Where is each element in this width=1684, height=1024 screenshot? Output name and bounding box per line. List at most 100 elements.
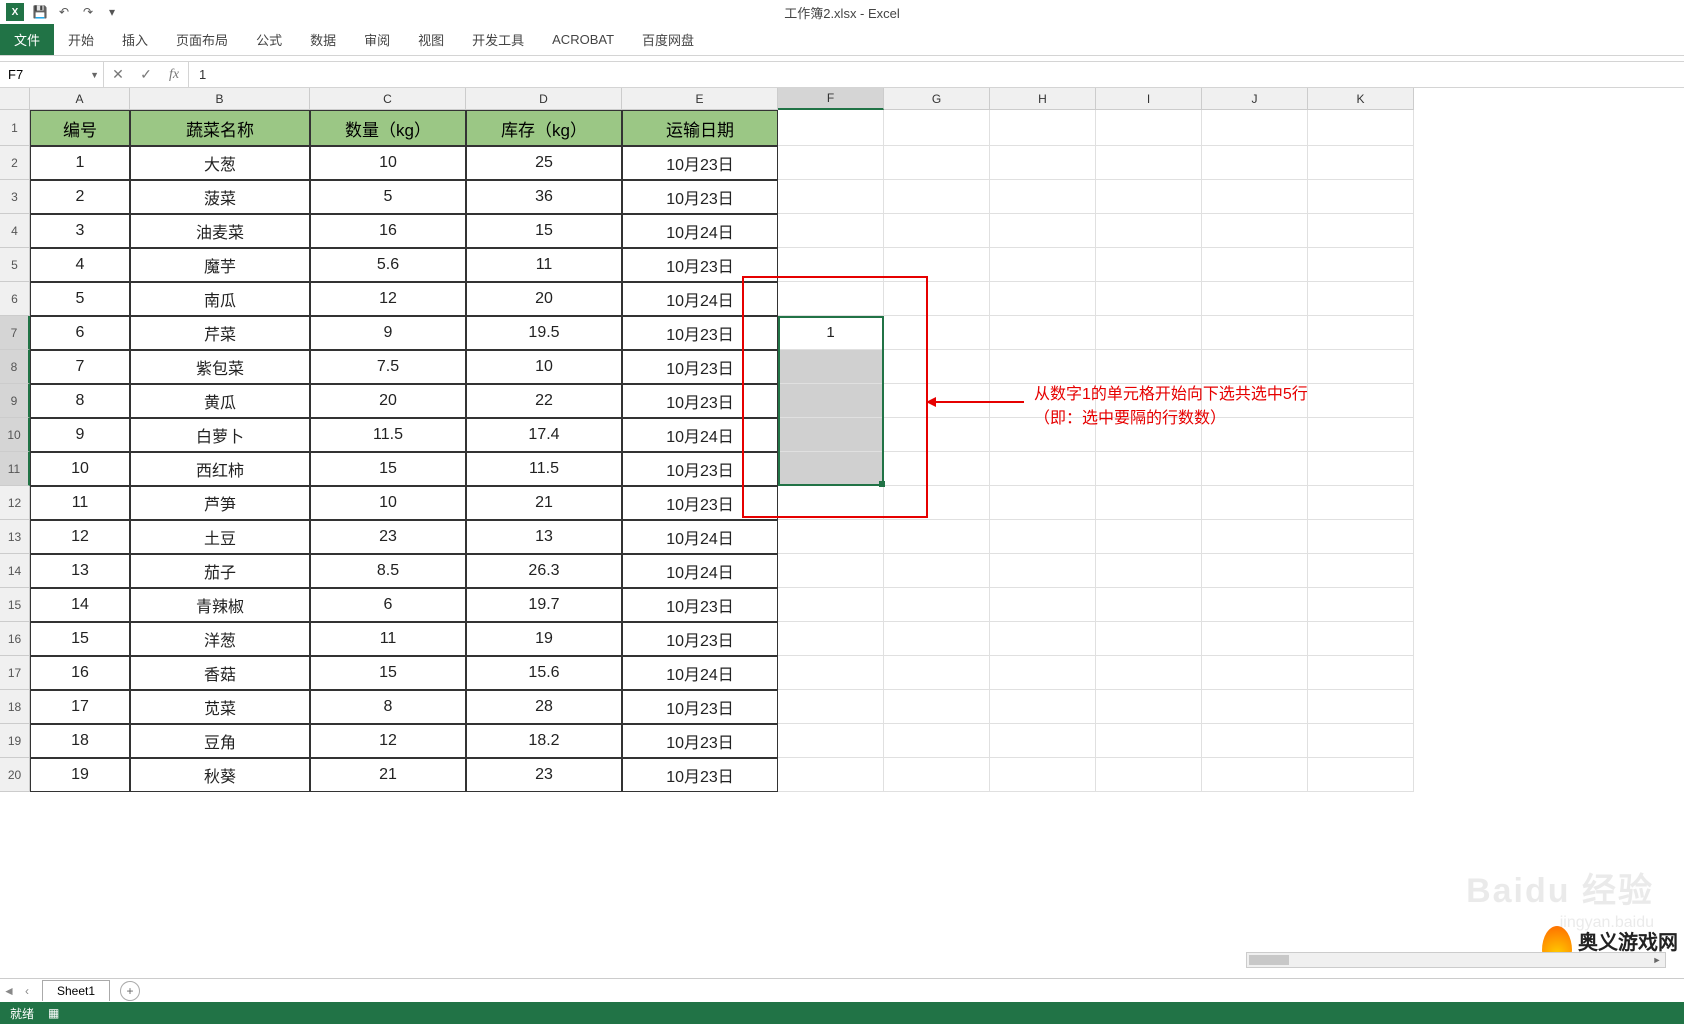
select-all-corner[interactable] <box>0 88 30 110</box>
row-header-16[interactable]: 16 <box>0 622 30 656</box>
cell-H2[interactable] <box>990 146 1096 180</box>
cell-E8[interactable]: 10月23日 <box>622 350 778 384</box>
cell-E11[interactable]: 10月23日 <box>622 452 778 486</box>
cell-A7[interactable]: 6 <box>30 316 130 350</box>
cell-B17[interactable]: 香菇 <box>130 656 310 690</box>
cell-I6[interactable] <box>1096 282 1202 316</box>
cell-K20[interactable] <box>1308 758 1414 792</box>
cell-J14[interactable] <box>1202 554 1308 588</box>
cell-I14[interactable] <box>1096 554 1202 588</box>
cell-D7[interactable]: 19.5 <box>466 316 622 350</box>
cell-I12[interactable] <box>1096 486 1202 520</box>
cell-C13[interactable]: 23 <box>310 520 466 554</box>
cell-K7[interactable] <box>1308 316 1414 350</box>
column-header-C[interactable]: C <box>310 88 466 110</box>
cell-D9[interactable]: 22 <box>466 384 622 418</box>
horizontal-scrollbar[interactable]: ◄ ► <box>1246 952 1666 968</box>
cell-K17[interactable] <box>1308 656 1414 690</box>
cell-A18[interactable]: 17 <box>30 690 130 724</box>
cell-D5[interactable]: 11 <box>466 248 622 282</box>
cell-E9[interactable]: 10月23日 <box>622 384 778 418</box>
cell-I2[interactable] <box>1096 146 1202 180</box>
cell-E3[interactable]: 10月23日 <box>622 180 778 214</box>
cell-G4[interactable] <box>884 214 990 248</box>
cell-C15[interactable]: 6 <box>310 588 466 622</box>
cell-B4[interactable]: 油麦菜 <box>130 214 310 248</box>
cell-F13[interactable] <box>778 520 884 554</box>
cell-H4[interactable] <box>990 214 1096 248</box>
cell-H12[interactable] <box>990 486 1096 520</box>
cell-C2[interactable]: 10 <box>310 146 466 180</box>
cell-E17[interactable]: 10月24日 <box>622 656 778 690</box>
cell-J17[interactable] <box>1202 656 1308 690</box>
cell-G6[interactable] <box>884 282 990 316</box>
cell-J7[interactable] <box>1202 316 1308 350</box>
cell-D17[interactable]: 15.6 <box>466 656 622 690</box>
cell-J15[interactable] <box>1202 588 1308 622</box>
column-header-J[interactable]: J <box>1202 88 1308 110</box>
cell-F10[interactable] <box>778 418 884 452</box>
cell-D11[interactable]: 11.5 <box>466 452 622 486</box>
cell-A10[interactable]: 9 <box>30 418 130 452</box>
fx-icon[interactable]: fx <box>160 67 188 83</box>
column-header-G[interactable]: G <box>884 88 990 110</box>
row-header-20[interactable]: 20 <box>0 758 30 792</box>
ribbon-tab-data[interactable]: 数据 <box>296 24 350 55</box>
row-header-10[interactable]: 10 <box>0 418 30 452</box>
cell-H11[interactable] <box>990 452 1096 486</box>
cells-area[interactable]: 编号蔬菜名称数量（kg）库存（kg）运输日期1大葱102510月23日2菠菜53… <box>30 110 1414 792</box>
cell-C3[interactable]: 5 <box>310 180 466 214</box>
cell-C9[interactable]: 20 <box>310 384 466 418</box>
cell-K12[interactable] <box>1308 486 1414 520</box>
cell-F18[interactable] <box>778 690 884 724</box>
row-header-11[interactable]: 11 <box>0 452 30 486</box>
cell-H18[interactable] <box>990 690 1096 724</box>
column-header-E[interactable]: E <box>622 88 778 110</box>
cell-F5[interactable] <box>778 248 884 282</box>
cell-D12[interactable]: 21 <box>466 486 622 520</box>
cell-K15[interactable] <box>1308 588 1414 622</box>
row-header-5[interactable]: 5 <box>0 248 30 282</box>
cell-F11[interactable] <box>778 452 884 486</box>
cell-H17[interactable] <box>990 656 1096 690</box>
cell-A5[interactable]: 4 <box>30 248 130 282</box>
cell-C6[interactable]: 12 <box>310 282 466 316</box>
cell-G1[interactable] <box>884 110 990 146</box>
cell-D14[interactable]: 26.3 <box>466 554 622 588</box>
scroll-right-icon[interactable]: ► <box>1649 953 1665 967</box>
row-header-15[interactable]: 15 <box>0 588 30 622</box>
cell-D16[interactable]: 19 <box>466 622 622 656</box>
cell-F16[interactable] <box>778 622 884 656</box>
cell-I19[interactable] <box>1096 724 1202 758</box>
cell-D6[interactable]: 20 <box>466 282 622 316</box>
cell-E19[interactable]: 10月23日 <box>622 724 778 758</box>
cell-B14[interactable]: 茄子 <box>130 554 310 588</box>
cell-G15[interactable] <box>884 588 990 622</box>
cell-B16[interactable]: 洋葱 <box>130 622 310 656</box>
cell-A14[interactable]: 13 <box>30 554 130 588</box>
cell-G8[interactable] <box>884 350 990 384</box>
sheet-nav-first-icon[interactable]: ◄ <box>0 984 18 998</box>
cell-A20[interactable]: 19 <box>30 758 130 792</box>
cell-D15[interactable]: 19.7 <box>466 588 622 622</box>
ribbon-tab-formulas[interactable]: 公式 <box>242 24 296 55</box>
cell-H14[interactable] <box>990 554 1096 588</box>
cell-C11[interactable]: 15 <box>310 452 466 486</box>
name-box[interactable]: F7 ▼ <box>0 62 104 87</box>
cell-D3[interactable]: 36 <box>466 180 622 214</box>
cell-F15[interactable] <box>778 588 884 622</box>
cell-K8[interactable] <box>1308 350 1414 384</box>
cell-I11[interactable] <box>1096 452 1202 486</box>
cell-I16[interactable] <box>1096 622 1202 656</box>
cell-E1[interactable]: 运输日期 <box>622 110 778 146</box>
enter-icon[interactable]: ✓ <box>132 66 160 83</box>
cell-E4[interactable]: 10月24日 <box>622 214 778 248</box>
row-header-14[interactable]: 14 <box>0 554 30 588</box>
column-header-H[interactable]: H <box>990 88 1096 110</box>
cell-G7[interactable] <box>884 316 990 350</box>
ribbon-tab-acrobat[interactable]: ACROBAT <box>538 24 628 55</box>
cell-J1[interactable] <box>1202 110 1308 146</box>
cell-D1[interactable]: 库存（kg） <box>466 110 622 146</box>
cell-K19[interactable] <box>1308 724 1414 758</box>
cancel-icon[interactable]: ✕ <box>104 66 132 83</box>
